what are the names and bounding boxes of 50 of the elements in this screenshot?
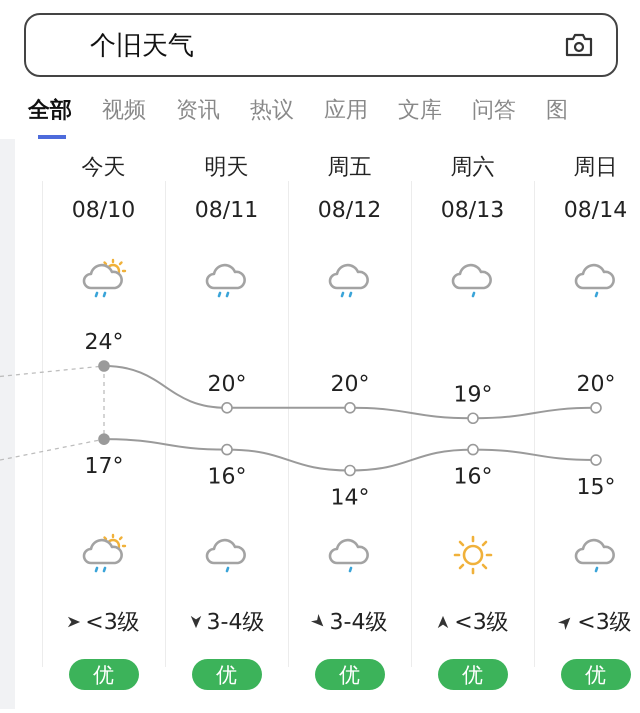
tab[interactable]: 问答: [472, 77, 516, 139]
data-label: 16°: [454, 464, 492, 490]
point: [590, 454, 602, 466]
air-quality-badge: 优: [560, 659, 630, 690]
date-label: 08/10: [72, 197, 136, 225]
wind-level: <3级: [577, 609, 632, 637]
air-quality-badge: 优: [68, 659, 138, 690]
tab[interactable]: 文库: [398, 77, 442, 139]
point: [467, 412, 479, 424]
data-label: 14°: [330, 486, 370, 510]
tab[interactable]: 图: [546, 77, 568, 139]
air-quality-badge: 优: [314, 659, 384, 690]
search-field[interactable]: 个旧天气: [24, 13, 618, 77]
data-label: 20°: [576, 372, 616, 397]
point: [221, 402, 233, 414]
day-name: 周五: [328, 154, 372, 182]
tab[interactable]: 资讯: [176, 77, 220, 139]
data-label: 20°: [208, 372, 246, 397]
point: [344, 464, 356, 476]
date-label: 08/13: [440, 197, 504, 225]
point: [467, 444, 479, 456]
camera-icon[interactable]: [564, 32, 594, 58]
wind-level: 3-4级: [206, 609, 264, 637]
date-label: 08/12: [318, 197, 382, 225]
data-label: 20°: [330, 372, 370, 397]
tab[interactable]: 热议: [250, 77, 294, 139]
tab[interactable]: 视频: [102, 77, 146, 139]
data-label: 15°: [576, 475, 616, 500]
point: [221, 444, 233, 456]
day-name: 周六: [450, 154, 494, 182]
date-label: 08/11: [194, 197, 258, 225]
point: [98, 360, 110, 372]
data-label: 19°: [454, 382, 492, 408]
point: [344, 402, 356, 414]
point: [590, 402, 602, 414]
data-label: 17°: [84, 454, 124, 480]
point: [98, 433, 110, 445]
day-name: 明天: [204, 154, 248, 182]
wind-level: 3-4级: [330, 609, 388, 637]
air-quality-badge: 优: [438, 659, 508, 690]
day-name: 今天: [82, 154, 126, 182]
wind-level: <3级: [454, 609, 509, 637]
search-text: 个旧天气: [90, 30, 195, 62]
tab[interactable]: 应用: [324, 77, 368, 139]
data-label: 24°: [84, 330, 124, 355]
air-quality-badge: 优: [192, 659, 262, 690]
date-label: 08/14: [564, 197, 628, 225]
wind-level: <3级: [85, 609, 140, 637]
data-label: 16°: [208, 464, 246, 490]
day-name: 周日: [574, 154, 618, 182]
